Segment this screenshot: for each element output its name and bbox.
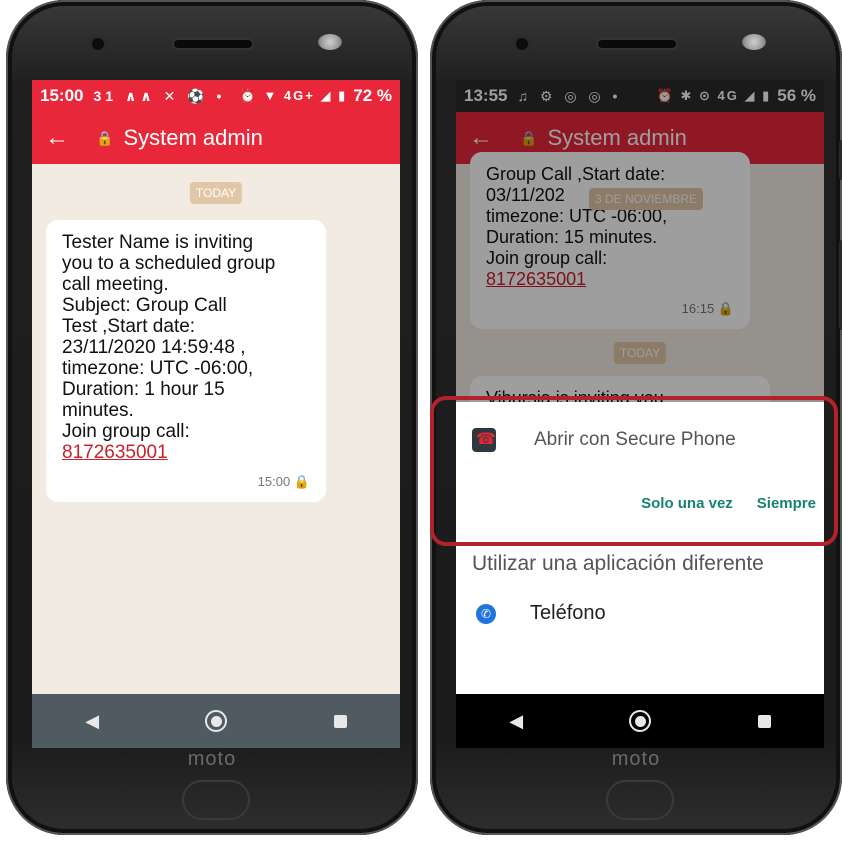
app-bar: ← 🔒 System admin — [32, 112, 400, 164]
nav-bar: ◀ — [32, 694, 400, 748]
message-bubble[interactable]: Tester Name is inviting you to a schedul… — [46, 220, 326, 502]
message-timestamp: 15:00 🔒 — [257, 474, 310, 489]
system-icons: ⏰ ▼ 4G+ ◢ ▮ — [239, 88, 348, 103]
nav-recents-icon[interactable] — [757, 714, 771, 728]
front-camera — [516, 38, 528, 50]
nav-back-icon[interactable]: ◀ — [85, 711, 99, 732]
call-link[interactable]: 8172635001 — [62, 442, 310, 463]
fingerprint-button[interactable] — [606, 780, 674, 820]
nav-bar: ◀ — [456, 694, 824, 748]
front-flash — [318, 34, 342, 50]
message-line: minutes. — [62, 400, 134, 421]
nav-back-icon[interactable]: ◀ — [509, 711, 523, 732]
battery-level: 72 % — [353, 86, 392, 105]
message-line: Tester Name is inviting — [62, 232, 254, 253]
lock-icon: 🔒 — [96, 129, 114, 146]
nav-home-icon[interactable] — [629, 710, 652, 732]
chat-title: System admin — [123, 125, 263, 150]
message-line: 23/11/2020 14:59:48 , — [62, 337, 246, 358]
message-line: call meeting. — [62, 274, 169, 295]
back-arrow-icon[interactable]: ← — [32, 124, 82, 152]
phone-app-icon: ✆ — [476, 603, 496, 624]
status-time: 15:00 — [40, 86, 84, 105]
message-line: Test ,Start date: — [62, 316, 196, 337]
message-line: Subject: Group Call — [62, 295, 227, 316]
message-line: Duration: 1 hour 15 — [62, 379, 225, 400]
nav-recents-icon[interactable] — [333, 714, 347, 728]
brand-logo: moto — [611, 748, 661, 770]
message-line: Join group call: — [62, 421, 190, 442]
screen-left: 15:00 31 ∧∧ ✕ ⚽ • ⏰ ▼ 4G+ ◢ ▮ 72 % ← 🔒 S… — [32, 80, 400, 748]
notification-icons: 31 ∧∧ ✕ ⚽ • — [93, 87, 226, 104]
phone-app-option[interactable]: ✆ Teléfono — [456, 578, 824, 625]
message-line: timezone: UTC -06:00, — [62, 358, 254, 379]
chat-area[interactable]: TODAY Tester Name is inviting you to a s… — [32, 164, 400, 748]
phone-app-label: Teléfono — [530, 602, 606, 624]
brand-logo: moto — [187, 748, 237, 770]
nav-home-icon[interactable] — [205, 710, 228, 732]
date-chip: TODAY — [189, 182, 243, 204]
earpiece-speaker — [174, 40, 252, 48]
message-line: you to a scheduled group — [62, 253, 276, 274]
front-camera — [92, 38, 104, 50]
highlight-box — [430, 396, 838, 546]
status-bar: 15:00 31 ∧∧ ✕ ⚽ • ⏰ ▼ 4G+ ◢ ▮ 72 % — [32, 80, 400, 112]
front-flash — [742, 34, 766, 50]
phone-left: 15:00 31 ∧∧ ✕ ⚽ • ⏰ ▼ 4G+ ◢ ▮ 72 % ← 🔒 S… — [6, 0, 418, 835]
earpiece-speaker — [598, 40, 676, 48]
fingerprint-button[interactable] — [182, 780, 250, 820]
